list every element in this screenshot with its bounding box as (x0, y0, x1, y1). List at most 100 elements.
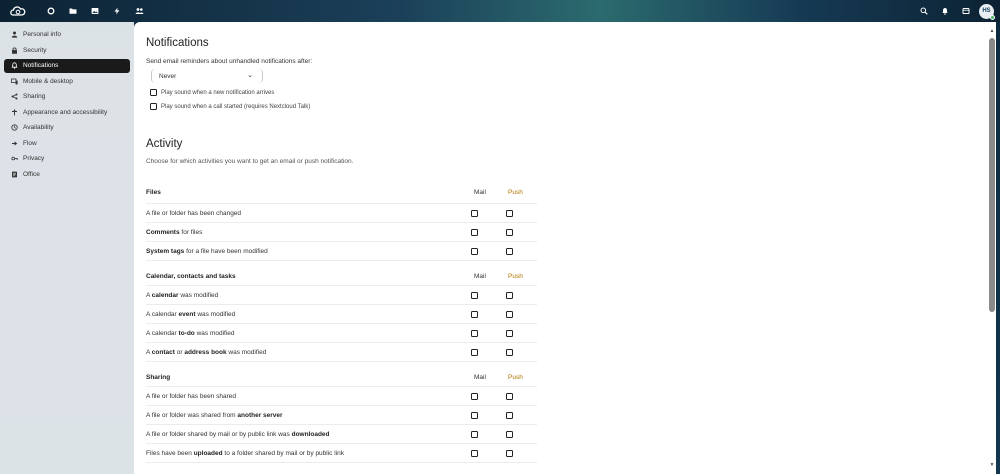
activity-row: A contact or address book was modified (146, 342, 537, 361)
settings-sidebar: Personal info Security Notifications Mobile… (0, 22, 134, 474)
mail-checkbox[interactable] (471, 412, 478, 419)
push-checkbox[interactable] (506, 450, 513, 457)
nextcloud-logo[interactable] (8, 3, 28, 19)
sound-notification-checkbox[interactable] (150, 89, 157, 96)
scroll-thumb[interactable] (989, 38, 995, 312)
activity-row-text: Files have been (146, 449, 194, 457)
activity-row-label: A contact or address book was modified (146, 349, 266, 356)
activity-row: A calendar was modified (146, 285, 537, 304)
activity-row-text: calendar (151, 291, 179, 299)
notifications-title: Notifications (146, 37, 209, 49)
folder-icon[interactable] (62, 0, 84, 22)
push-checkbox[interactable] (506, 349, 513, 356)
contacts-menu-icon[interactable] (955, 0, 976, 22)
sidebar-item-label: Privacy (23, 155, 45, 162)
person-icon (9, 31, 19, 38)
activity-row-label: A calendar event was modified (146, 311, 235, 318)
mail-checkbox[interactable] (471, 311, 478, 318)
scroll-down-arrow-icon[interactable]: ▼ (989, 462, 995, 468)
sidebar-item-notifications[interactable]: Notifications (4, 58, 130, 73)
push-checkbox[interactable] (506, 393, 513, 400)
mail-checkbox[interactable] (471, 450, 478, 457)
mail-checkbox[interactable] (471, 210, 478, 217)
mail-checkbox[interactable] (471, 349, 478, 356)
sound-call-checkbox[interactable] (150, 103, 157, 110)
push-column-header: Push (508, 188, 523, 196)
activity-group-title: Calendar, contacts and tasks (146, 272, 236, 280)
push-checkbox[interactable] (506, 330, 513, 337)
activity-row-text: A calendar (146, 329, 179, 337)
mail-column-header: Mail (474, 373, 486, 381)
activity-row-label: Files have been uploaded to a folder sha… (146, 450, 344, 457)
activity-row-text: for files (179, 228, 203, 236)
scroll-up-arrow-icon[interactable]: ▲ (989, 28, 995, 34)
bell-icon (9, 62, 19, 69)
push-checkbox[interactable] (506, 210, 513, 217)
user-avatar[interactable]: HS (979, 3, 995, 20)
activity-row: A calendar event was modified (146, 304, 537, 323)
mail-checkbox[interactable] (471, 292, 478, 299)
push-checkbox[interactable] (506, 292, 513, 299)
activity-row: Comments for files (146, 222, 537, 241)
sidebar-item-appearance-and-accessibility[interactable]: Appearance and accessibility (4, 105, 130, 119)
sidebar-item-label: Office (23, 170, 40, 178)
avatar-initials: HS (982, 8, 991, 14)
activity-group-title: Files (146, 188, 161, 196)
image-icon[interactable] (84, 0, 106, 22)
reminder-select[interactable]: Never ⌄ (151, 69, 263, 83)
push-column-header: Push (508, 272, 523, 280)
mail-checkbox[interactable] (471, 248, 478, 255)
activity-row-text: contact (151, 348, 175, 356)
push-checkbox[interactable] (506, 431, 513, 438)
activity-row-text: uploaded (193, 449, 223, 457)
sidebar-item-flow[interactable]: Flow (4, 136, 130, 150)
activity-row-text: was modified (226, 348, 267, 356)
mail-checkbox[interactable] (471, 229, 478, 236)
activity-row-text: Comments (146, 228, 180, 236)
activity-row-text: or (174, 348, 185, 356)
push-checkbox[interactable] (506, 248, 513, 255)
activity-row-label: System tags for a file have been modifie… (146, 248, 268, 255)
palette-icon (9, 109, 19, 116)
sidebar-item-sharing[interactable]: Sharing (4, 90, 130, 104)
activity-row: A file or folder has been shared (146, 386, 537, 405)
flow-icon (9, 140, 19, 147)
lock-icon (9, 47, 19, 54)
activity-row-label: A file or folder was shared from another… (146, 412, 283, 419)
phone-icon (9, 78, 19, 85)
mail-checkbox[interactable] (471, 330, 478, 337)
document-icon (9, 171, 19, 178)
activity-row-label: A calendar was modified (146, 292, 218, 299)
push-checkbox[interactable] (506, 229, 513, 236)
reminder-select-value: Never (159, 72, 177, 80)
people-icon[interactable] (128, 0, 150, 22)
bolt-icon[interactable] (106, 0, 128, 22)
sound-call-label: Play sound when a call started (requires… (161, 103, 311, 110)
circle-icon[interactable] (40, 0, 62, 22)
activity-row-text: to a folder shared by mail or by public … (222, 449, 344, 457)
mail-checkbox[interactable] (471, 431, 478, 438)
mail-column-header: Mail (474, 272, 486, 280)
activity-group-header: Calendar, contacts and tasks Mail Push (146, 261, 537, 285)
activity-row-text: was modified (195, 310, 236, 318)
sidebar-item-office[interactable]: Office (4, 167, 130, 181)
activity-row-label: Comments for files (146, 229, 202, 236)
sidebar-item-label: Security (23, 46, 47, 54)
scrollbar[interactable]: ▲ ▼ (988, 26, 996, 470)
activity-row-text: address book (184, 348, 227, 356)
push-checkbox[interactable] (506, 412, 513, 419)
sound-call-row[interactable]: Play sound when a call started (requires… (150, 103, 310, 110)
sidebar-item-security[interactable]: Security (4, 43, 130, 57)
push-checkbox[interactable] (506, 311, 513, 318)
sidebar-item-privacy[interactable]: Privacy (4, 152, 130, 166)
sidebar-item-mobile-desktop[interactable]: Mobile & desktop (4, 74, 130, 88)
activity-row-text: was modified (194, 329, 235, 337)
notifications-icon[interactable] (934, 0, 955, 22)
search-icon[interactable] (913, 0, 934, 22)
sound-notification-row[interactable]: Play sound when a new notification arriv… (150, 89, 274, 96)
sidebar-item-personal-info[interactable]: Personal info (4, 28, 130, 42)
sidebar-item-availability[interactable]: Availability (4, 121, 130, 135)
sidebar-item-label: Mobile & desktop (23, 77, 73, 85)
mail-checkbox[interactable] (471, 393, 478, 400)
activity-row-label: A file or folder has been shared (146, 393, 236, 400)
